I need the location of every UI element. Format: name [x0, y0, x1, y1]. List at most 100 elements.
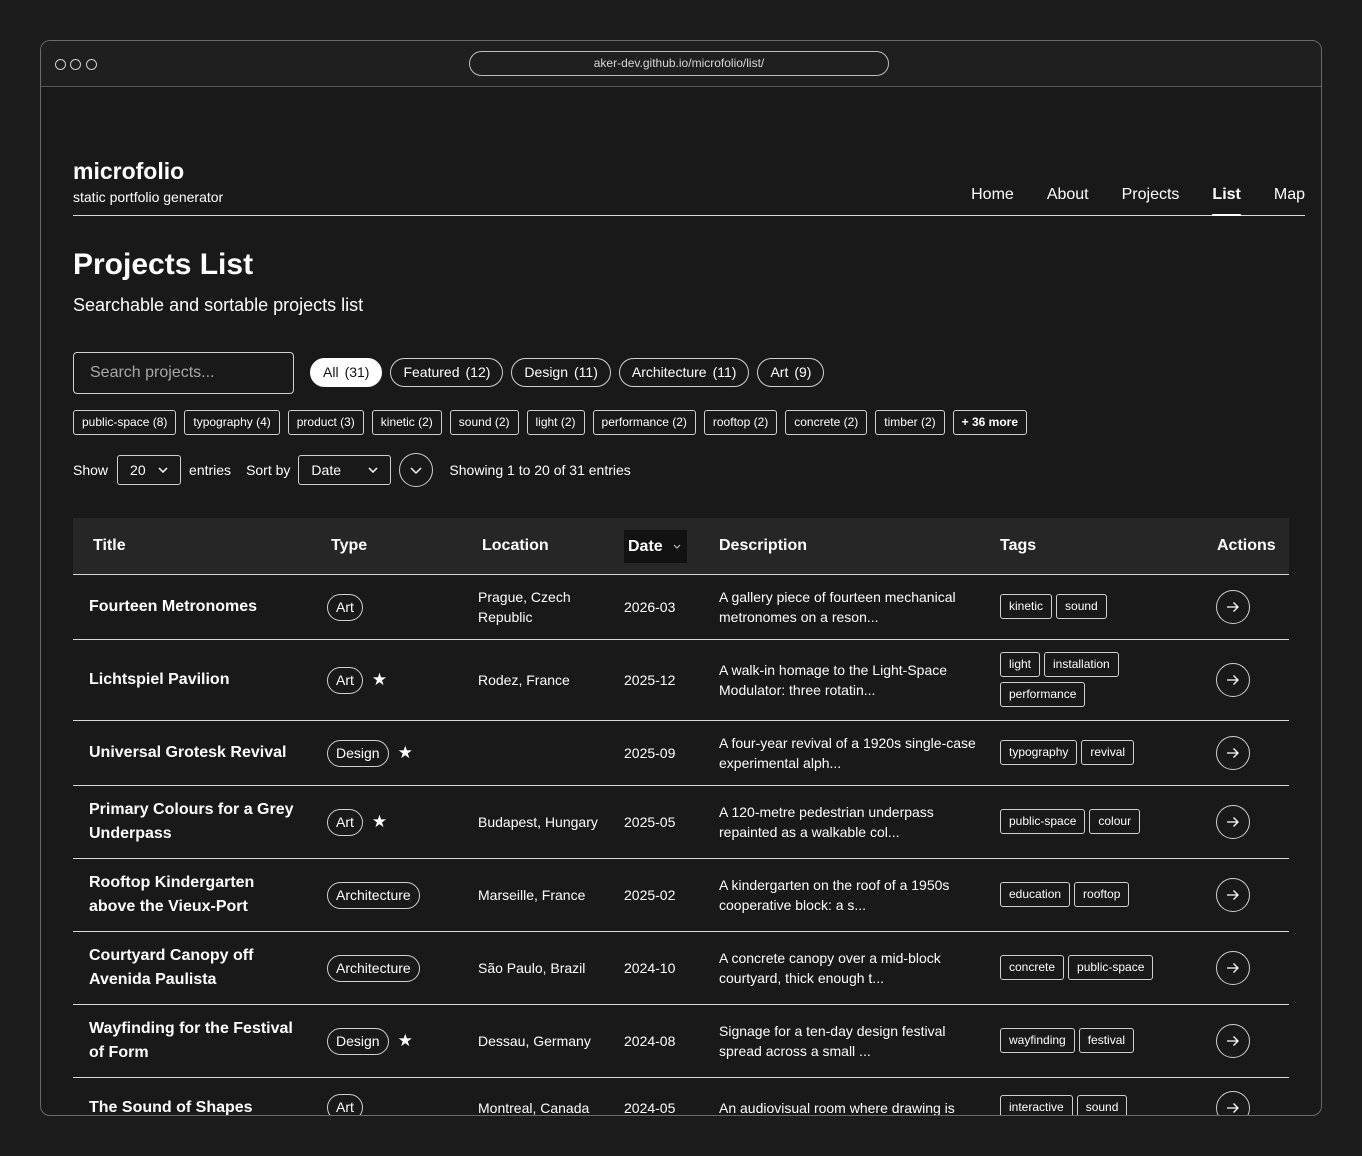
- tag-filter[interactable]: public-space (8): [73, 410, 177, 435]
- project-tag[interactable]: installation: [1044, 652, 1119, 677]
- project-tag[interactable]: sound: [1056, 594, 1107, 619]
- nav-list[interactable]: List: [1212, 186, 1241, 216]
- site-title[interactable]: microfolio: [73, 158, 184, 185]
- open-project-button[interactable]: [1216, 805, 1250, 839]
- project-tag[interactable]: colour: [1089, 809, 1141, 834]
- project-title[interactable]: Fourteen Metronomes: [89, 575, 304, 639]
- tag-filter[interactable]: performance (2): [592, 410, 696, 435]
- project-tag[interactable]: public-space: [1000, 809, 1086, 834]
- col-header-date[interactable]: Date: [624, 530, 688, 563]
- col-header-description[interactable]: Description: [719, 518, 807, 574]
- open-project-button[interactable]: [1216, 1024, 1250, 1058]
- window-close-dot[interactable]: [55, 59, 66, 70]
- project-title-text[interactable]: The Sound of Shapes: [89, 1096, 253, 1116]
- project-tag[interactable]: interactive: [1000, 1094, 1073, 1115]
- nav-home[interactable]: Home: [971, 186, 1014, 216]
- project-tag[interactable]: sound: [1076, 1094, 1128, 1115]
- project-title[interactable]: Lichtspiel Pavilion: [89, 640, 304, 720]
- open-project-button[interactable]: [1216, 951, 1250, 985]
- open-project-button[interactable]: [1216, 663, 1250, 697]
- tag-filter[interactable]: kinetic (2): [371, 410, 442, 435]
- project-title[interactable]: Courtyard Canopy off Avenida Paulista: [89, 932, 304, 1004]
- open-project-button[interactable]: [1216, 736, 1250, 770]
- col-header-type[interactable]: Type: [331, 518, 367, 574]
- project-type-cell: Art ★: [327, 786, 387, 858]
- project-location-text: Prague, Czech Republic: [478, 589, 571, 625]
- project-date: 2025-05: [624, 786, 675, 858]
- open-project-button[interactable]: [1216, 590, 1250, 624]
- window-maximize-dot[interactable]: [86, 59, 97, 70]
- nav-projects[interactable]: Projects: [1122, 186, 1180, 216]
- search-input[interactable]: [73, 352, 294, 394]
- project-title-text[interactable]: Wayfinding for the Festival of Form: [89, 1017, 304, 1065]
- tag-filter[interactable]: typography (4): [184, 410, 280, 435]
- project-tag[interactable]: light: [1000, 652, 1041, 677]
- col-header-actions: Actions: [1217, 537, 1276, 554]
- project-location-text: Budapest, Hungary: [478, 814, 598, 830]
- project-title-text[interactable]: Primary Colours for a Grey Underpass: [89, 798, 304, 846]
- project-date: 2024-10: [624, 932, 675, 1004]
- table-row: Lichtspiel Pavilion Art ★ Rodez, France 2025…: [73, 640, 1289, 721]
- page-subtitle: Searchable and sortable projects list: [73, 295, 364, 315]
- nav-about[interactable]: About: [1047, 186, 1089, 216]
- filter-pill-art[interactable]: Art (9): [757, 358, 825, 387]
- project-title[interactable]: Primary Colours for a Grey Underpass: [89, 786, 304, 858]
- arrow-right-icon: [1227, 963, 1239, 973]
- project-tag[interactable]: performance: [1000, 682, 1086, 707]
- star-icon: ★: [371, 812, 388, 831]
- project-title-text[interactable]: Universal Grotesk Revival: [89, 741, 286, 765]
- project-tag[interactable]: wayfinding: [1000, 1028, 1075, 1053]
- open-project-button[interactable]: [1216, 1090, 1250, 1115]
- project-title[interactable]: Wayfinding for the Festival of Form: [89, 1005, 304, 1077]
- tag-filter[interactable]: sound (2): [449, 410, 519, 435]
- project-tag[interactable]: public-space: [1068, 955, 1154, 980]
- open-project-button[interactable]: [1216, 878, 1250, 912]
- showing-entries-text: Showing 1 to 20 of 31 entries: [449, 462, 631, 478]
- project-tags: interactive sound: [1000, 1078, 1185, 1115]
- tag-filter[interactable]: rooftop (2): [703, 410, 778, 435]
- project-title-text[interactable]: Courtyard Canopy off Avenida Paulista: [89, 944, 304, 992]
- project-tag[interactable]: concrete: [1000, 955, 1065, 980]
- project-title[interactable]: Universal Grotesk Revival: [89, 721, 304, 785]
- project-title[interactable]: Rooftop Kindergarten above the Vieux-Por…: [89, 859, 304, 931]
- filter-pill-featured[interactable]: Featured (12): [390, 358, 504, 387]
- col-header-title[interactable]: Title: [93, 518, 126, 574]
- tag-filter[interactable]: timber (2): [875, 410, 945, 435]
- sort-direction-button[interactable]: [399, 453, 434, 487]
- filter-pill-all[interactable]: All (31): [310, 358, 383, 387]
- project-date-text: 2024-10: [624, 960, 676, 976]
- sort-select[interactable]: Date: [298, 455, 392, 485]
- entries-select[interactable]: 20: [117, 455, 182, 485]
- project-tag[interactable]: typography: [1000, 740, 1078, 765]
- chevron-down-icon: [368, 467, 378, 473]
- project-description-text: A concrete canopy over a mid-block court…: [719, 950, 941, 986]
- project-title[interactable]: The Sound of Shapes: [89, 1078, 304, 1116]
- project-tag[interactable]: revival: [1081, 740, 1135, 765]
- tag-filter[interactable]: concrete (2): [785, 410, 868, 435]
- address-bar[interactable]: aker-dev.github.io/microfolio/list/: [469, 51, 889, 76]
- col-header-location[interactable]: Location: [482, 518, 549, 574]
- project-tag[interactable]: kinetic: [1000, 594, 1053, 619]
- project-location-text: Marseille, France: [478, 887, 586, 903]
- project-tag[interactable]: rooftop: [1074, 882, 1130, 907]
- project-title-text[interactable]: Lichtspiel Pavilion: [89, 668, 229, 692]
- table-row: Fourteen Metronomes Art Prague, Czech Repu…: [73, 575, 1289, 640]
- project-location: São Paulo, Brazil: [478, 932, 608, 1004]
- tag-filter[interactable]: product (3): [287, 410, 364, 435]
- project-title-text[interactable]: Fourteen Metronomes: [89, 595, 257, 619]
- project-tag[interactable]: festival: [1078, 1028, 1135, 1053]
- nav-map[interactable]: Map: [1274, 186, 1305, 216]
- col-header-tags[interactable]: Tags: [1000, 518, 1036, 574]
- project-tag[interactable]: education: [1000, 882, 1071, 907]
- filter-pill-design[interactable]: Design (11): [511, 358, 611, 387]
- project-date-text: 2026-03: [624, 599, 676, 615]
- window-minimize-dot[interactable]: [70, 59, 81, 70]
- table-row: Primary Colours for a Grey Underpass Art ★…: [73, 786, 1289, 859]
- tag-filter[interactable]: light (2): [526, 410, 585, 435]
- more-tags-button[interactable]: + 36 more: [952, 410, 1027, 435]
- project-title-text[interactable]: Rooftop Kindergarten above the Vieux-Por…: [89, 871, 304, 919]
- filter-pill-architecture[interactable]: Architecture (11): [618, 358, 750, 387]
- project-date-text: 2025-05: [624, 814, 676, 830]
- type-badge: Art: [327, 593, 363, 621]
- type-badge: Architecture: [327, 881, 420, 909]
